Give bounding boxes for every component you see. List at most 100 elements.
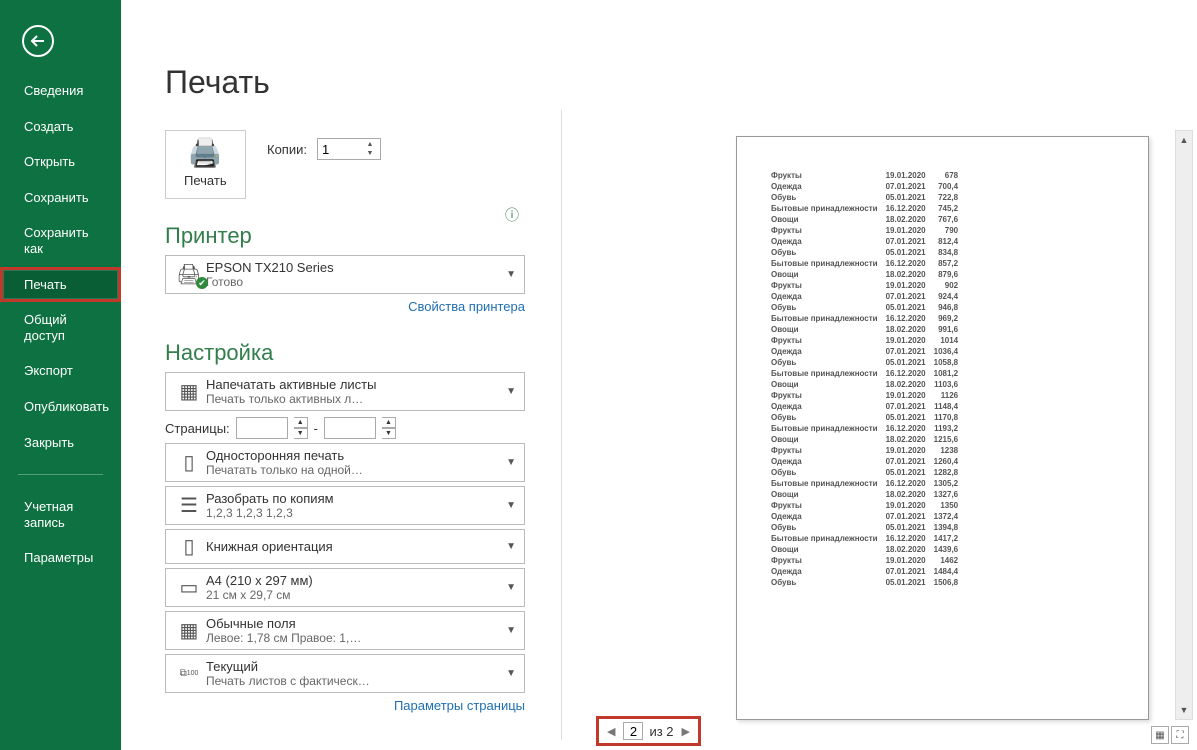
backstage-sidebar: Сведения Создать Открыть Сохранить Сохра…: [0, 0, 121, 750]
chevron-down-icon: ▼: [504, 668, 518, 679]
table-row: Одежда07.01.2021812,4: [771, 237, 966, 248]
sidebar-item-saveas[interactable]: Сохранить как: [0, 215, 121, 266]
sidebar-item-open[interactable]: Открыть: [0, 144, 121, 180]
table-row: Фрукты19.01.20201014: [771, 336, 966, 347]
orientation-select[interactable]: ▯ Книжная ориентация ▼: [165, 529, 525, 564]
sidebar-item-options[interactable]: Параметры: [0, 540, 121, 576]
margins-icon: ▦: [172, 618, 206, 643]
pages-from-up[interactable]: ▲: [294, 417, 308, 428]
back-button[interactable]: [22, 25, 54, 57]
chevron-down-icon: ▼: [504, 541, 518, 552]
collate-select[interactable]: ☰ Разобрать по копиям 1,2,3 1,2,3 1,2,3 …: [165, 486, 525, 525]
sidebar-item-info[interactable]: Сведения: [0, 73, 121, 109]
printer-name: EPSON TX210 Series: [206, 260, 504, 275]
table-row: Бытовые принадлежности16.12.2020745,2: [771, 204, 966, 215]
table-row: Овощи18.02.20201215,6: [771, 435, 966, 446]
sides-select[interactable]: ▯ Односторонняя печать Печатать только н…: [165, 443, 525, 482]
sidebar-item-share[interactable]: Общий доступ: [0, 302, 121, 353]
table-row: Фрукты19.01.2020678: [771, 171, 966, 182]
chevron-down-icon: ▼: [504, 500, 518, 511]
table-row: Фрукты19.01.2020902: [771, 281, 966, 292]
zoom-to-page-icon[interactable]: ⛶: [1171, 726, 1189, 744]
scroll-up-icon[interactable]: ▲: [1176, 131, 1192, 149]
table-row: Одежда07.01.20211148,4: [771, 402, 966, 413]
sidebar-item-print[interactable]: Печать: [0, 267, 121, 303]
sheets-icon: ▦: [172, 379, 206, 404]
printer-select[interactable]: 🖨 EPSON TX210 Series Готово ▼: [165, 255, 525, 294]
show-margins-icon[interactable]: ▦: [1151, 726, 1169, 744]
sides-line1: Односторонняя печать: [206, 448, 504, 463]
table-row: Обувь05.01.20211170,8: [771, 413, 966, 424]
sidebar-menu: Сведения Создать Открыть Сохранить Сохра…: [0, 73, 121, 576]
settings-section-title: Настройка: [165, 340, 525, 366]
pages-from-down[interactable]: ▼: [294, 428, 308, 439]
copies-label: Копии:: [267, 142, 307, 157]
pages-dash: -: [314, 421, 318, 436]
sidebar-item-save[interactable]: Сохранить: [0, 180, 121, 216]
orient-line1: Книжная ориентация: [206, 539, 504, 554]
copies-input[interactable]: [318, 139, 362, 159]
margins-select[interactable]: ▦ Обычные поля Левое: 1,78 см Правое: 1,…: [165, 611, 525, 650]
scroll-down-icon[interactable]: ▼: [1176, 701, 1192, 719]
collate-icon: ☰: [172, 493, 206, 518]
vertical-separator: [561, 110, 562, 740]
pages-from-input[interactable]: [236, 417, 288, 439]
table-row: Фрукты19.01.20201126: [771, 391, 966, 402]
copies-up-icon[interactable]: ▲: [362, 140, 378, 149]
paper-line1: A4 (210 x 297 мм): [206, 573, 504, 588]
pages-range: Страницы: ▲▼ - ▲▼: [165, 417, 525, 439]
table-row: Одежда07.01.2021924,4: [771, 292, 966, 303]
table-row: Обувь05.01.20211506,8: [771, 578, 966, 589]
table-row: Бытовые принадлежности16.12.20201417,2: [771, 534, 966, 545]
print-preview: Фрукты19.01.2020678Одежда07.01.2021700,4…: [581, 130, 1171, 720]
scale-icon: ⧉100: [172, 668, 206, 679]
copies-control: Копии: ▲▼: [267, 138, 381, 160]
preview-vscroll[interactable]: ▲ ▼: [1175, 130, 1193, 720]
page-next-icon[interactable]: ▶: [680, 725, 692, 738]
page-nav: ◀ из 2 ▶: [596, 716, 701, 746]
margins-line2: Левое: 1,78 см Правое: 1,…: [206, 631, 504, 645]
sidebar-divider: [18, 474, 103, 475]
sidebar-item-export[interactable]: Экспорт: [0, 353, 121, 389]
paper-line2: 21 см x 29,7 см: [206, 588, 504, 602]
copies-spinner[interactable]: ▲▼: [317, 138, 381, 160]
print-what-line2: Печать только активных л…: [206, 392, 504, 406]
page-prev-icon[interactable]: ◀: [605, 725, 617, 738]
table-row: Овощи18.02.20201103,6: [771, 380, 966, 391]
pages-to-up[interactable]: ▲: [382, 417, 396, 428]
margins-line1: Обычные поля: [206, 616, 504, 631]
print-button[interactable]: 🖨️ Печать: [165, 130, 246, 199]
sidebar-item-account[interactable]: Учетная запись: [0, 489, 121, 540]
pages-to-input[interactable]: [324, 417, 376, 439]
chevron-down-icon: ▼: [504, 582, 518, 593]
table-row: Бытовые принадлежности16.12.20201193,2: [771, 424, 966, 435]
printer-icon: 🖨️: [184, 139, 227, 167]
printer-status: Готово: [206, 275, 504, 289]
page-single-icon: ▯: [172, 450, 206, 475]
main-area: Печать 🖨️ Печать Копии: ▲▼ ⓘ Принтер 🖨 E…: [121, 0, 1197, 750]
table-row: Овощи18.02.2020767,6: [771, 215, 966, 226]
print-what-select[interactable]: ▦ Напечатать активные листы Печать тольк…: [165, 372, 525, 411]
table-row: Бытовые принадлежности16.12.2020969,2: [771, 314, 966, 325]
collate-line2: 1,2,3 1,2,3 1,2,3: [206, 506, 504, 520]
table-row: Одежда07.01.20211036,4: [771, 347, 966, 358]
sidebar-item-close[interactable]: Закрыть: [0, 425, 121, 461]
table-row: Обувь05.01.2021722,8: [771, 193, 966, 204]
pages-to-down[interactable]: ▼: [382, 428, 396, 439]
chevron-down-icon: ▼: [504, 386, 518, 397]
sidebar-item-new[interactable]: Создать: [0, 109, 121, 145]
preview-page: Фрукты19.01.2020678Одежда07.01.2021700,4…: [736, 136, 1149, 720]
table-row: Овощи18.02.20201439,6: [771, 545, 966, 556]
paper-select[interactable]: ▭ A4 (210 x 297 мм) 21 см x 29,7 см ▼: [165, 568, 525, 607]
page-current-input[interactable]: [623, 722, 643, 740]
copies-down-icon[interactable]: ▼: [362, 149, 378, 158]
sides-line2: Печатать только на одной…: [206, 463, 504, 477]
printer-device-icon: 🖨: [172, 262, 206, 287]
scale-line1: Текущий: [206, 659, 504, 674]
table-row: Обувь05.01.2021946,8: [771, 303, 966, 314]
printer-properties-link[interactable]: Свойства принтера: [408, 299, 525, 314]
sidebar-item-publish[interactable]: Опубликовать: [0, 389, 121, 425]
page-setup-link[interactable]: Параметры страницы: [394, 698, 525, 713]
scale-select[interactable]: ⧉100 Текущий Печать листов с фактическ… …: [165, 654, 525, 693]
printer-info-icon[interactable]: ⓘ: [505, 205, 519, 225]
